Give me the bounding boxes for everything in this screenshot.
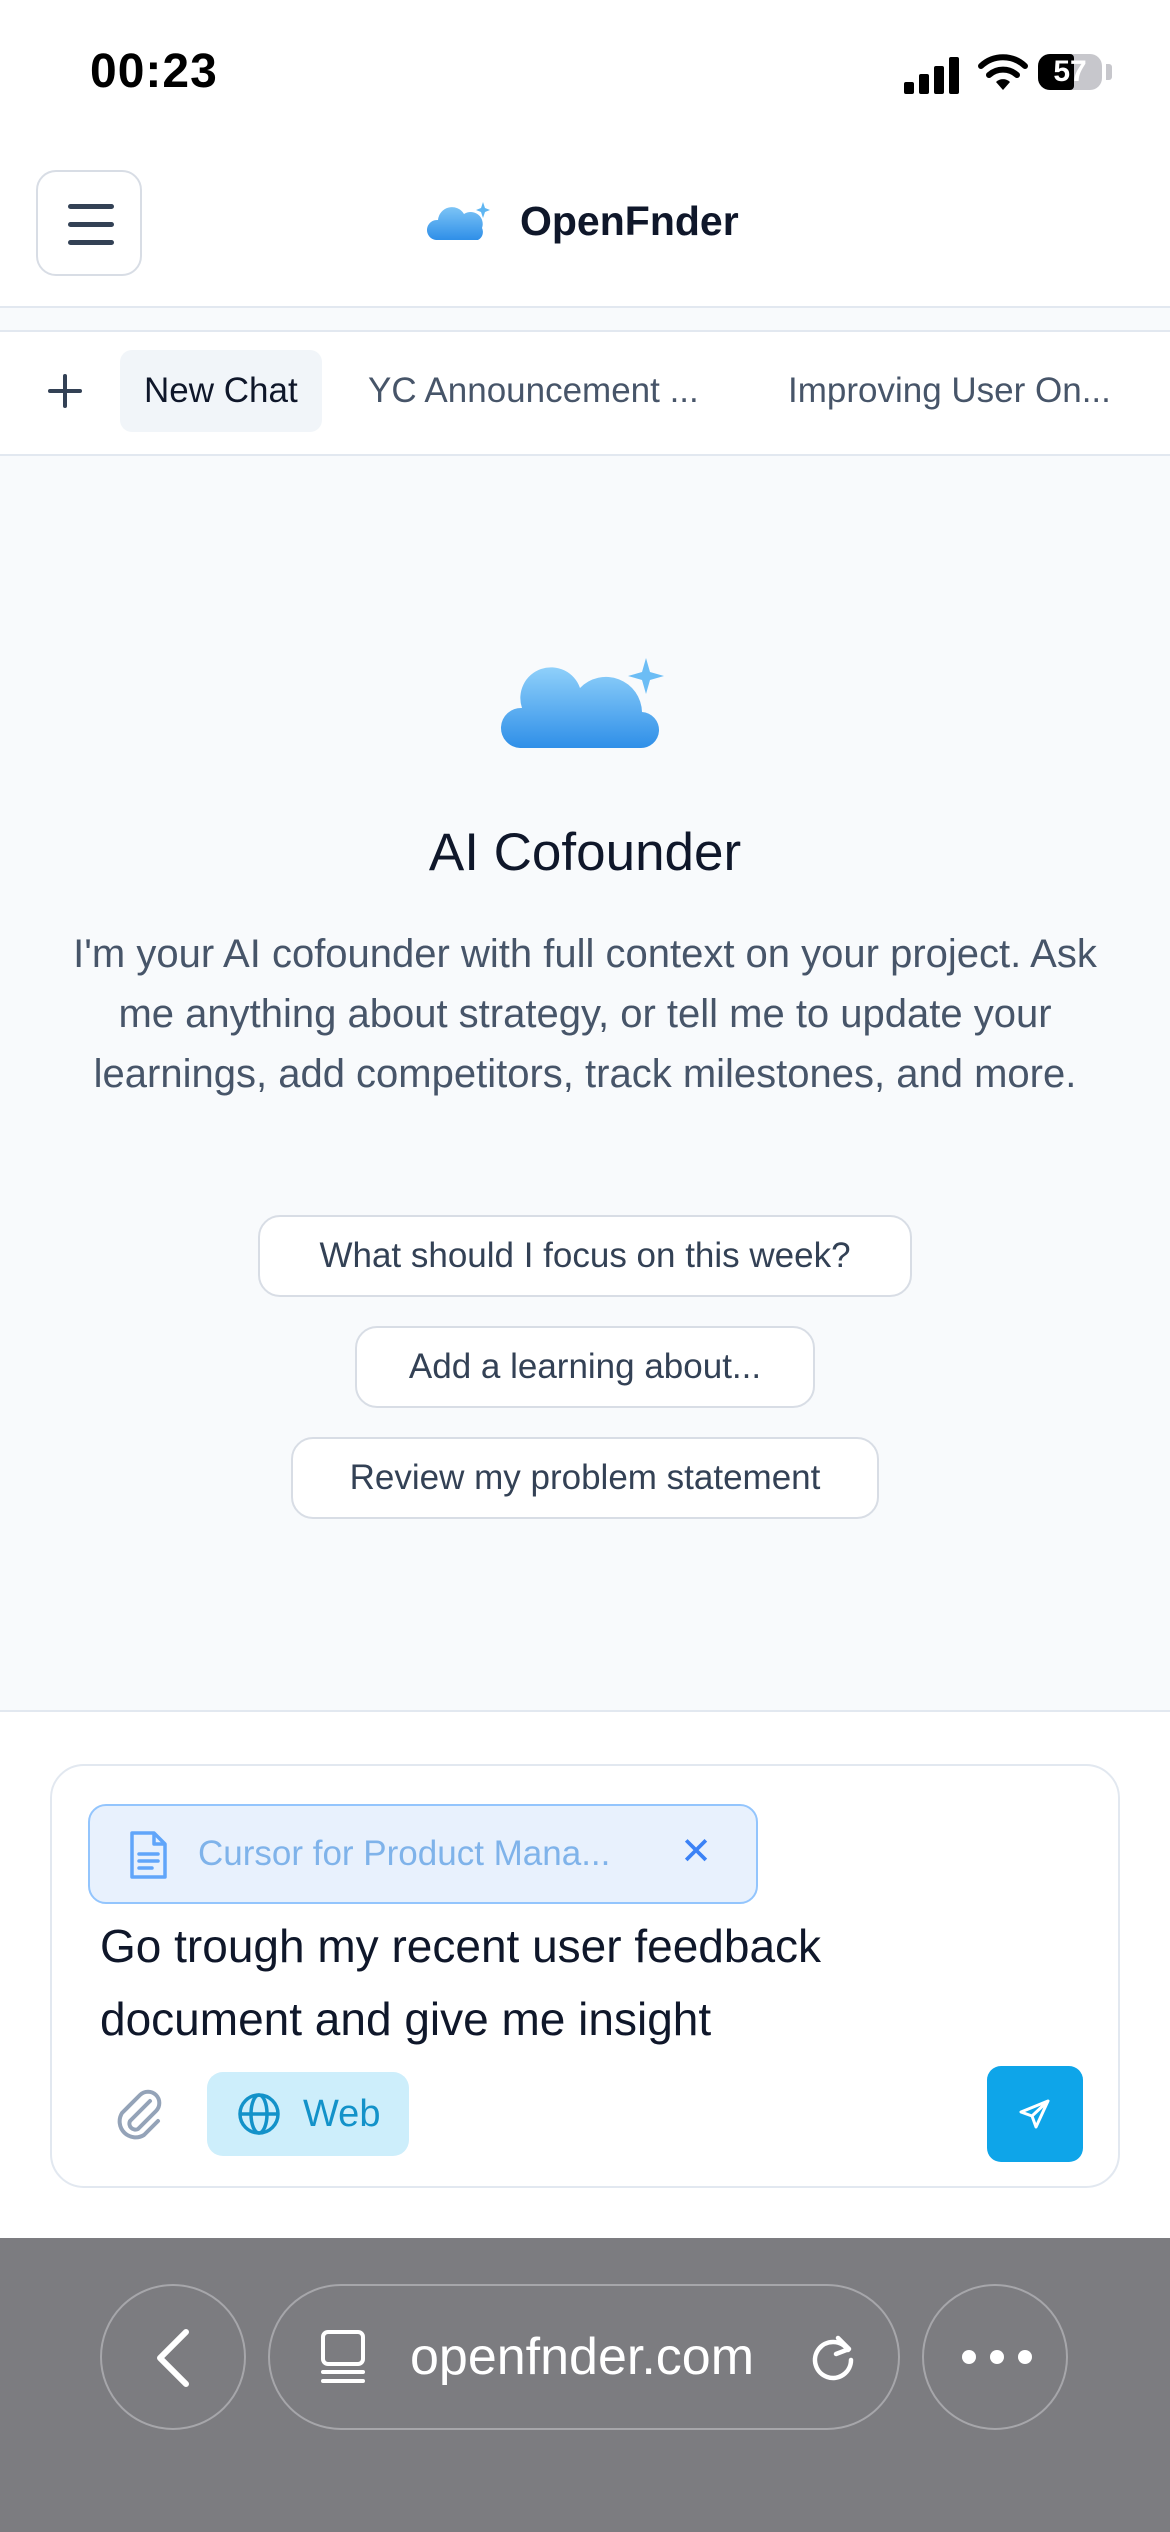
suggestion-button[interactable]: Review my problem statement <box>291 1437 879 1519</box>
suggestion-button[interactable]: What should I focus on this week? <box>258 1215 912 1297</box>
tab-improving-user-onboarding[interactable]: Improving User On... <box>788 350 1111 432</box>
hero-description: I'm your AI cofounder with full context … <box>73 932 1097 1096</box>
web-search-toggle[interactable]: Web <box>207 2072 409 2156</box>
battery-icon: 57 <box>1038 54 1102 90</box>
web-toggle-label: Web <box>303 2093 381 2135</box>
ellipsis-icon <box>962 2350 1032 2366</box>
cloud-sparkle-icon <box>500 658 664 749</box>
send-button[interactable] <box>987 2066 1083 2162</box>
reload-icon[interactable] <box>806 2330 860 2384</box>
browser-back-button[interactable] <box>100 2284 246 2430</box>
browser-url-text: openfnder.com <box>410 2328 755 2386</box>
wifi-icon <box>978 54 1028 90</box>
cloud-sparkle-icon <box>426 202 490 240</box>
hero-title: AI Cofounder <box>428 823 742 882</box>
globe-icon <box>238 2093 280 2135</box>
browser-more-button[interactable] <box>922 2284 1068 2430</box>
attachment-name: Cursor for Product Mana... <box>198 1834 611 1873</box>
cellular-signal-icon <box>904 56 960 94</box>
battery-percentage: 57 <box>1053 55 1087 88</box>
message-input[interactable]: Go trough my recent user feedback docume… <box>100 1910 980 2056</box>
new-chat-plus-button[interactable] <box>40 366 90 416</box>
send-arrow-icon <box>1019 2099 1050 2129</box>
chevron-left-icon <box>157 2329 189 2387</box>
tab-yc-announcement[interactable]: YC Announcement ... <box>368 350 699 432</box>
menu-button[interactable] <box>36 170 142 276</box>
browser-url-bar[interactable]: openfnder.com <box>268 2284 900 2430</box>
paperclip-icon[interactable] <box>112 2085 168 2141</box>
browser-tabs-icon <box>321 2330 365 2383</box>
suggestion-button[interactable]: Add a learning about... <box>355 1326 815 1408</box>
document-icon <box>130 1831 167 1879</box>
tab-new-chat[interactable]: New Chat <box>120 350 322 432</box>
battery-cap <box>1106 64 1112 80</box>
app-title: OpenFnder <box>520 198 739 244</box>
status-time: 00:23 <box>90 45 218 98</box>
remove-attachment-close-icon[interactable]: ✕ <box>676 1830 716 1874</box>
